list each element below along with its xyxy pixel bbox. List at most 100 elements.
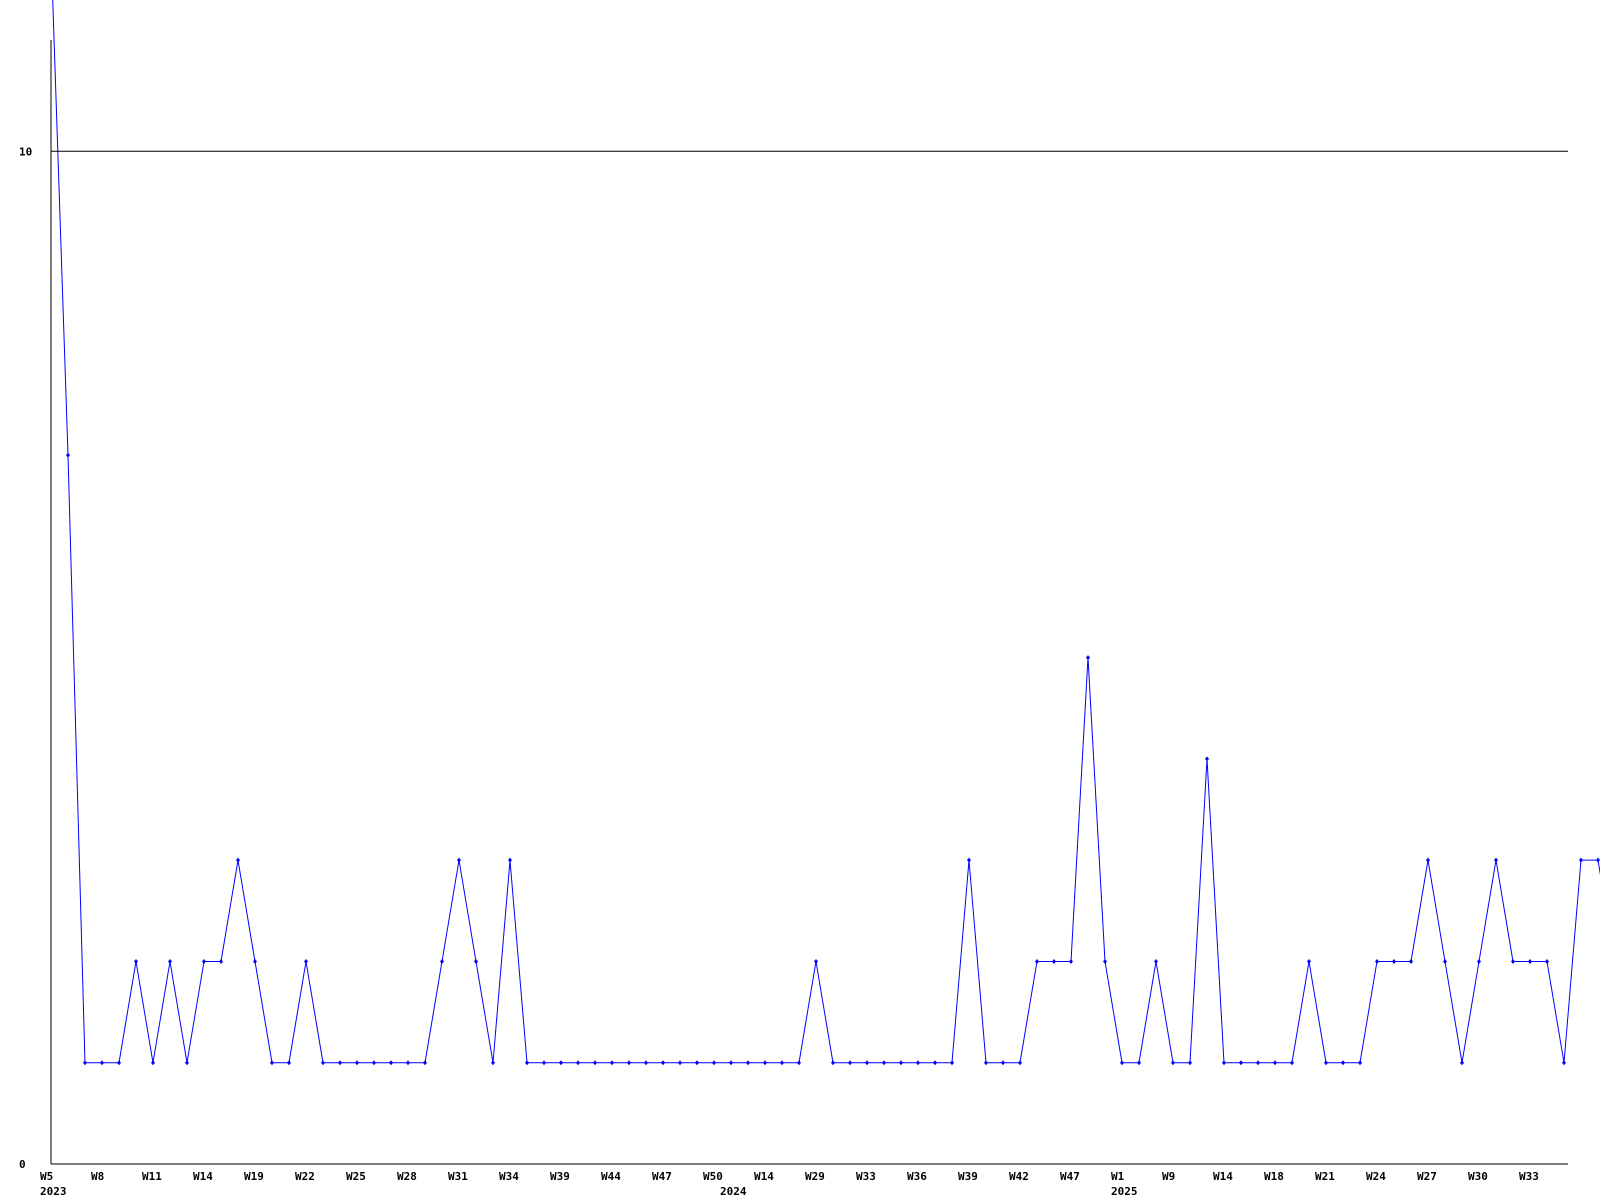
x-tick-label: W18 <box>1264 1170 1284 1183</box>
x-tick-labels: W5 W8 W11 W14 W19 W22 W25 W28 W31 W34 W39 W44 W47 W50… <box>40 1170 1539 1183</box>
data-point <box>134 958 138 964</box>
data-point <box>1103 958 1107 964</box>
x-tick-label: W21 <box>1315 1170 1335 1183</box>
data-point <box>1154 958 1158 964</box>
data-point <box>1069 958 1073 964</box>
data-point <box>355 1060 359 1066</box>
data-point <box>695 1060 699 1066</box>
data-point <box>950 1060 954 1066</box>
data-point <box>474 958 478 964</box>
data-point <box>1528 958 1532 964</box>
x-tick-label: W9 <box>1162 1170 1175 1183</box>
year-label: 2025 <box>1111 1185 1138 1198</box>
x-tick-label: W25 <box>346 1170 366 1183</box>
x-tick-label: W39 <box>958 1170 978 1183</box>
data-point <box>763 1060 767 1066</box>
x-tick-label: W29 <box>805 1170 825 1183</box>
x-tick-label: W11 <box>142 1170 162 1183</box>
data-point <box>525 1060 529 1066</box>
x-tick-label: W31 <box>448 1170 468 1183</box>
data-point <box>287 1060 291 1066</box>
data-point <box>729 1060 733 1066</box>
x-tick-label: W34 <box>499 1170 519 1183</box>
data-point <box>797 1060 801 1066</box>
data-point <box>1358 1060 1362 1066</box>
data-point <box>1511 958 1515 964</box>
data-point <box>1324 1060 1328 1066</box>
x-tick-label: W42 <box>1009 1170 1029 1183</box>
data-point <box>202 958 206 964</box>
data-point <box>304 958 308 964</box>
data-point <box>1341 1060 1345 1066</box>
data-point <box>236 857 240 863</box>
x-tick-label: W14 <box>193 1170 213 1183</box>
data-point <box>678 1060 682 1066</box>
data-point <box>491 1060 495 1066</box>
x-tick-label: W44 <box>601 1170 621 1183</box>
data-point <box>933 1060 937 1066</box>
data-point <box>1188 1060 1192 1066</box>
data-point <box>1426 857 1430 863</box>
data-point <box>1035 958 1039 964</box>
y-tick-labels: 0 10 <box>19 145 32 1171</box>
x-tick-label: W27 <box>1417 1170 1437 1183</box>
data-point <box>270 1060 274 1066</box>
axes <box>50 40 1568 1165</box>
data-point <box>1171 1060 1175 1066</box>
y-tick-label: 0 <box>19 1158 26 1171</box>
data-point <box>627 1060 631 1066</box>
data-point <box>593 1060 597 1066</box>
data-point <box>219 958 223 964</box>
year-label: 2023 <box>40 1185 67 1198</box>
data-point <box>865 1060 869 1066</box>
data-point <box>389 1060 393 1066</box>
x-tick-label: W36 <box>907 1170 927 1183</box>
x-tick-label: W39 <box>550 1170 570 1183</box>
data-point <box>1392 958 1396 964</box>
x-tick-label: W24 <box>1366 1170 1386 1183</box>
data-point <box>1239 1060 1243 1066</box>
x-tick-label: W19 <box>244 1170 264 1183</box>
data-point <box>440 958 444 964</box>
data-point <box>848 1060 852 1066</box>
data-point <box>423 1060 427 1066</box>
data-point <box>1273 1060 1277 1066</box>
data-point <box>967 857 971 863</box>
data-point <box>168 958 172 964</box>
data-point <box>559 1060 563 1066</box>
data-point <box>1222 1060 1226 1066</box>
data-point <box>321 1060 325 1066</box>
data-point <box>780 1060 784 1066</box>
data-point <box>1307 958 1311 964</box>
data-point <box>644 1060 648 1066</box>
data-point <box>372 1060 376 1066</box>
x-tick-label: W1 <box>1111 1170 1125 1183</box>
series-layer <box>52 0 1600 1066</box>
data-point <box>882 1060 886 1066</box>
data-point <box>1562 1060 1566 1066</box>
series-line <box>52 0 1600 1064</box>
year-labels: 2023 2024 2025 <box>40 1185 1138 1198</box>
data-point <box>508 857 512 863</box>
data-point <box>1477 958 1481 964</box>
data-point <box>185 1060 189 1066</box>
data-point <box>814 958 818 964</box>
year-label: 2024 <box>720 1185 747 1198</box>
y-tick-label: 10 <box>19 145 32 158</box>
data-point <box>1205 756 1209 762</box>
data-point <box>1137 1060 1141 1066</box>
x-tick-label: W22 <box>295 1170 315 1183</box>
data-point <box>542 1060 546 1066</box>
data-point <box>1460 1060 1464 1066</box>
x-tick-label: W8 <box>91 1170 104 1183</box>
data-point <box>916 1060 920 1066</box>
x-tick-label: W33 <box>1519 1170 1539 1183</box>
data-point <box>1443 958 1447 964</box>
data-point <box>1290 1060 1294 1066</box>
data-point <box>746 1060 750 1066</box>
data-point <box>1001 1060 1005 1066</box>
x-tick-label: W28 <box>397 1170 417 1183</box>
x-tick-label: W14 <box>1213 1170 1233 1183</box>
data-point <box>831 1060 835 1066</box>
data-point <box>117 1060 121 1066</box>
